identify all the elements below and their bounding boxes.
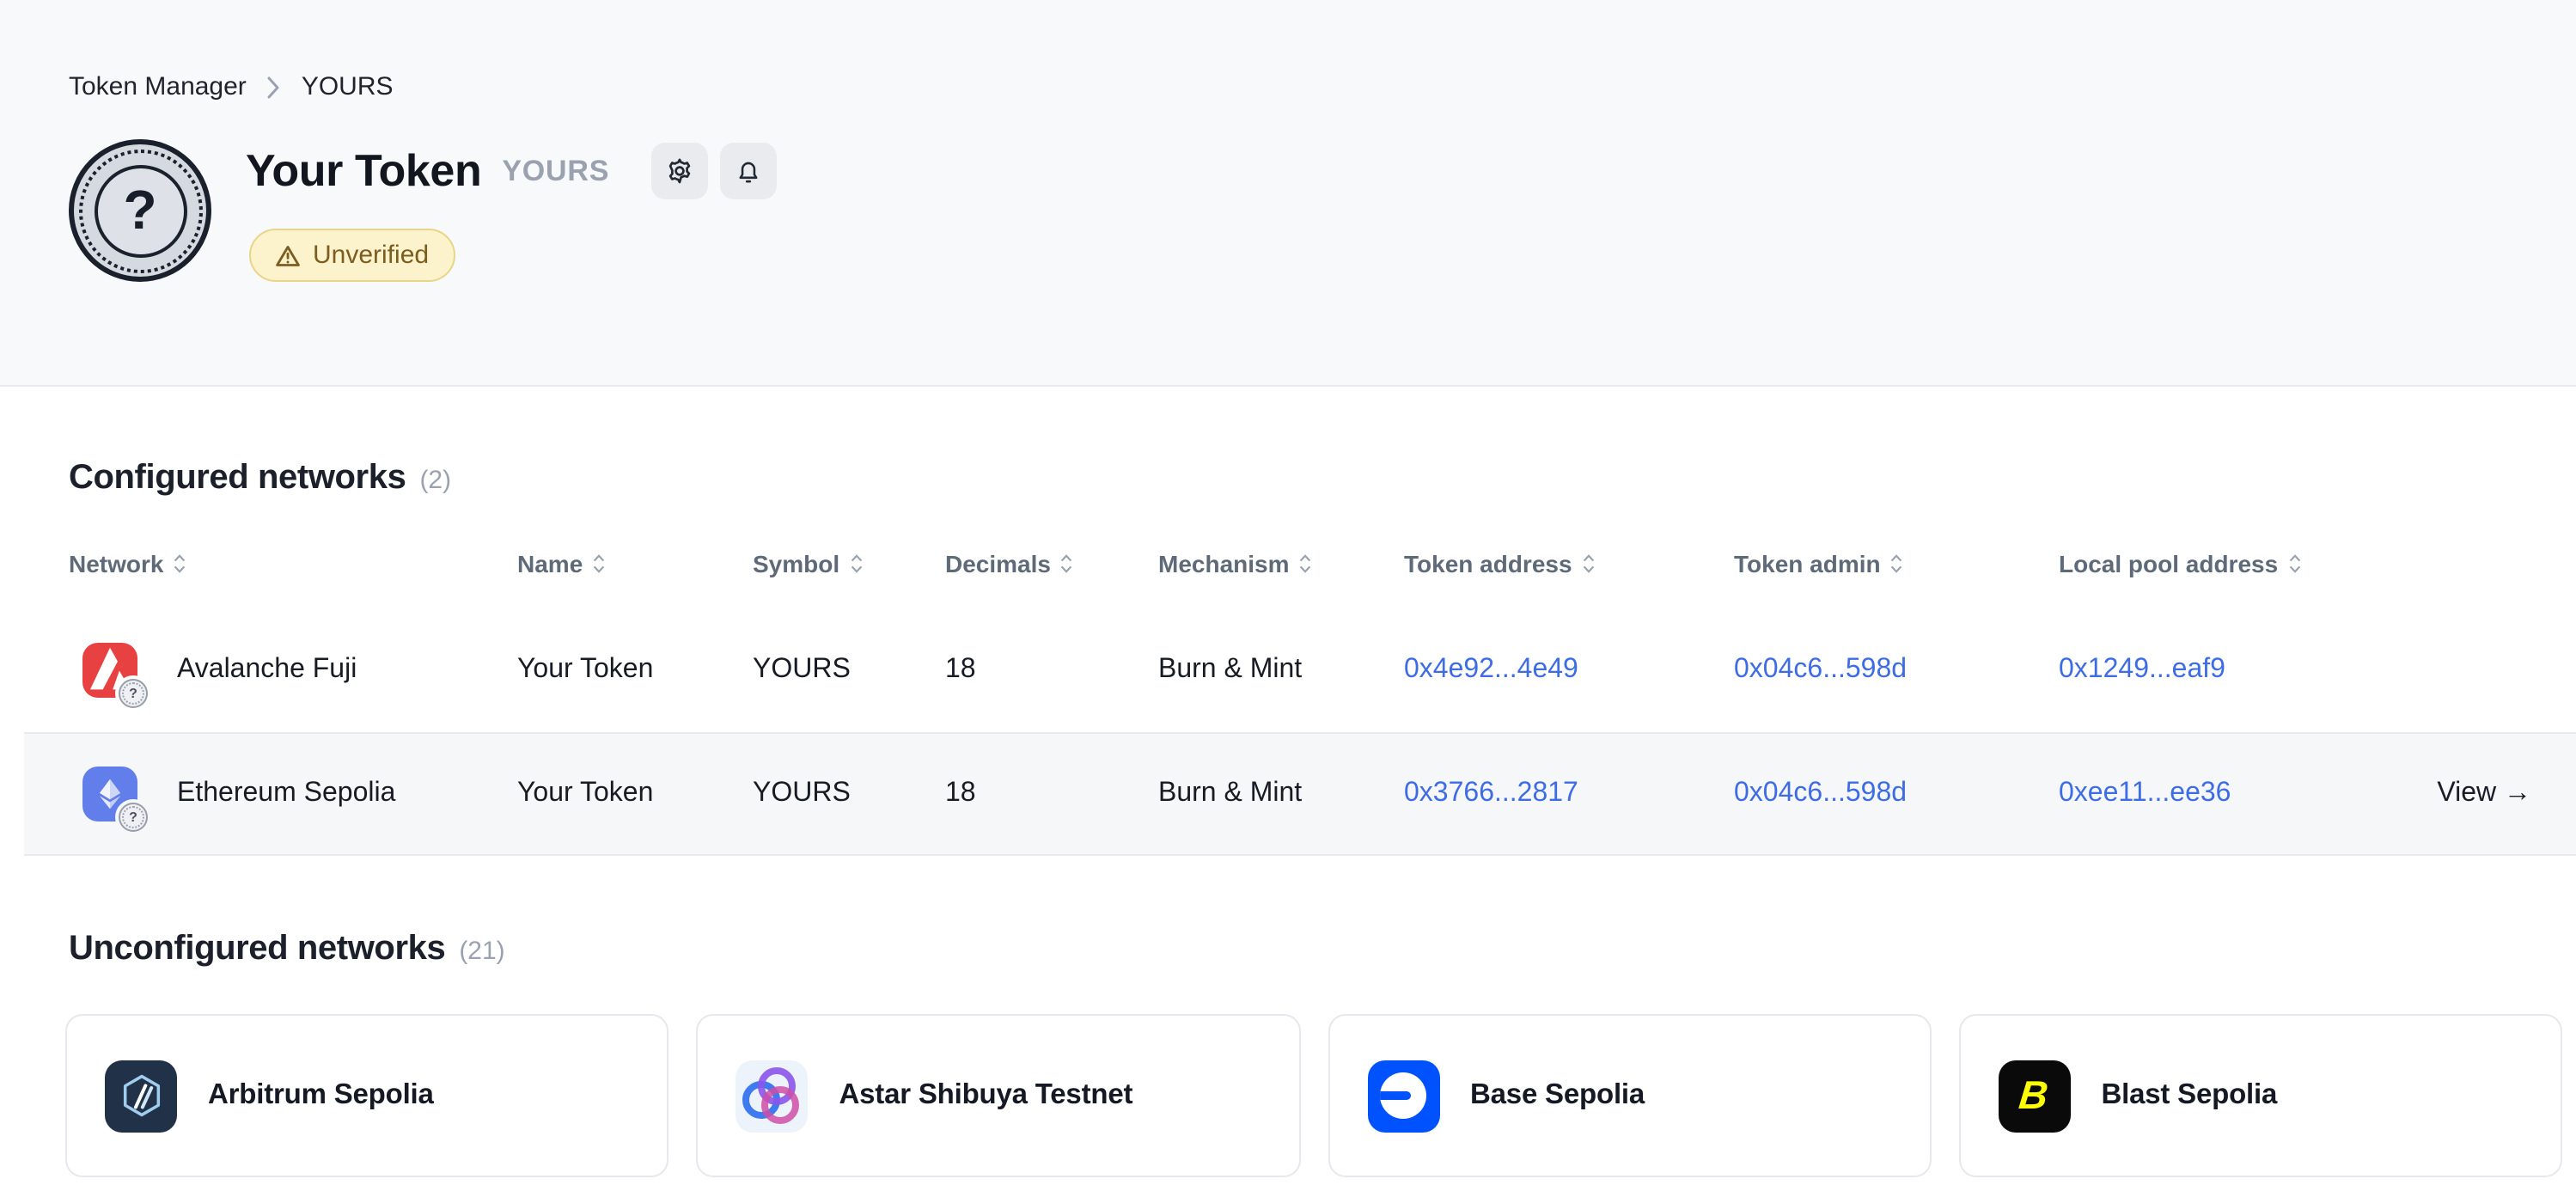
arrow-right-icon: → bbox=[2504, 779, 2531, 808]
token-symbol-label: YOURS bbox=[502, 154, 609, 188]
unknown-token-glyph: ? bbox=[94, 164, 186, 257]
sort-icon bbox=[1581, 552, 1596, 576]
network-card-blast-sepolia[interactable]: B Blast Sepolia bbox=[1959, 1014, 2563, 1177]
mechanism-cell: Burn & Mint bbox=[1158, 779, 1404, 809]
sort-icon bbox=[591, 552, 607, 576]
network-name: Ethereum Sepolia bbox=[177, 779, 395, 809]
unverified-badge: Unverified bbox=[249, 229, 455, 282]
network-card-arbitrum-sepolia[interactable]: Arbitrum Sepolia bbox=[65, 1014, 669, 1177]
chevron-right-icon bbox=[266, 73, 283, 101]
blast-icon: B bbox=[1999, 1060, 2071, 1132]
token-symbol-cell: YOURS bbox=[753, 655, 945, 686]
table-row-ethereum-sepolia[interactable]: ? Ethereum Sepolia Your Token YOURS 18 B… bbox=[24, 732, 2576, 856]
astar-icon bbox=[736, 1060, 809, 1132]
sort-icon bbox=[1298, 552, 1314, 576]
column-header-local-pool-address[interactable]: Local pool address bbox=[2059, 550, 2428, 577]
token-hero: Token Manager YOURS ? Your Token YOURS bbox=[0, 0, 2576, 387]
card-network-name: Astar Shibuya Testnet bbox=[839, 1079, 1133, 1112]
column-header-symbol[interactable]: Symbol bbox=[753, 550, 945, 577]
table-row-avalanche-fuji[interactable]: ? Avalanche Fuji Your Token YOURS 18 Bur… bbox=[24, 608, 2576, 732]
sort-icon bbox=[2286, 552, 2302, 576]
gear-icon bbox=[664, 156, 693, 186]
unconfigured-networks-heading: Unconfigured networks (21) bbox=[69, 931, 2576, 968]
view-link[interactable]: View → bbox=[2437, 779, 2576, 809]
network-card-astar-shibuya-testnet[interactable]: Astar Shibuya Testnet bbox=[697, 1014, 1301, 1177]
page-title: Your Token bbox=[246, 144, 481, 198]
token-header: ? Your Token YOURS bbox=[69, 139, 2576, 282]
local-pool-address-link[interactable]: 0xee11...ee36 bbox=[2059, 779, 2231, 808]
column-header-name[interactable]: Name bbox=[517, 550, 753, 577]
unknown-token-badge: ? bbox=[119, 803, 148, 832]
column-header-mechanism[interactable]: Mechanism bbox=[1158, 550, 1404, 577]
warning-icon bbox=[275, 243, 301, 267]
sort-icon bbox=[1889, 552, 1905, 576]
sort-icon bbox=[848, 552, 864, 576]
column-header-token-address[interactable]: Token address bbox=[1404, 550, 1734, 577]
unconfigured-networks-count: (21) bbox=[459, 937, 504, 966]
main-content: Configured networks (2) Network Name Sym… bbox=[0, 461, 2576, 1177]
table-body: ? Avalanche Fuji Your Token YOURS 18 Bur… bbox=[24, 608, 2576, 856]
token-admin-link[interactable]: 0x04c6...598d bbox=[1734, 779, 1907, 808]
column-header-token-admin[interactable]: Token admin bbox=[1734, 550, 2059, 577]
bell-icon bbox=[733, 156, 762, 186]
configured-networks-heading: Configured networks (2) bbox=[69, 461, 2576, 497]
arbitrum-icon bbox=[105, 1060, 177, 1132]
breadcrumb-token-manager[interactable]: Token Manager bbox=[69, 72, 247, 101]
configured-networks-count: (2) bbox=[419, 466, 451, 495]
card-network-name: Base Sepolia bbox=[1470, 1079, 1645, 1112]
card-network-name: Arbitrum Sepolia bbox=[208, 1079, 434, 1112]
notifications-button[interactable] bbox=[719, 143, 776, 199]
unconfigured-networks-grid: Arbitrum Sepolia Astar Shibuya Testnet B… bbox=[65, 1014, 2562, 1177]
token-manager-page: Token Manager YOURS ? Your Token YOURS bbox=[0, 0, 2576, 1191]
breadcrumb: Token Manager YOURS bbox=[69, 0, 2576, 101]
sort-icon bbox=[172, 552, 187, 576]
token-address-link[interactable]: 0x3766...2817 bbox=[1404, 779, 1578, 808]
network-card-base-sepolia[interactable]: Base Sepolia bbox=[1328, 1014, 1932, 1177]
column-header-network[interactable]: Network bbox=[69, 550, 517, 577]
column-header-decimals[interactable]: Decimals bbox=[945, 550, 1158, 577]
sort-icon bbox=[1059, 552, 1075, 576]
table-header-row: Network Name Symbol Decimals Mechanism T… bbox=[24, 550, 2576, 574]
avalanche-icon: ? bbox=[82, 643, 137, 698]
configured-networks-table: Network Name Symbol Decimals Mechanism T… bbox=[24, 550, 2576, 856]
unconfigured-networks-title: Unconfigured networks bbox=[69, 931, 445, 968]
token-avatar: ? bbox=[69, 139, 211, 282]
unknown-token-badge: ? bbox=[119, 679, 148, 708]
local-pool-address-link[interactable]: 0x1249...eaf9 bbox=[2059, 655, 2225, 684]
settings-button[interactable] bbox=[650, 143, 707, 199]
unverified-badge-label: Unverified bbox=[313, 241, 429, 270]
token-symbol-cell: YOURS bbox=[753, 779, 945, 809]
ethereum-icon: ? bbox=[82, 767, 137, 821]
decimals-cell: 18 bbox=[945, 779, 1158, 809]
token-name-cell: Your Token bbox=[517, 655, 753, 686]
token-name-cell: Your Token bbox=[517, 779, 753, 809]
mechanism-cell: Burn & Mint bbox=[1158, 655, 1404, 686]
decimals-cell: 18 bbox=[945, 655, 1158, 686]
network-name: Avalanche Fuji bbox=[177, 655, 357, 686]
token-address-link[interactable]: 0x4e92...4e49 bbox=[1404, 655, 1578, 684]
card-network-name: Blast Sepolia bbox=[2102, 1079, 2278, 1112]
breadcrumb-current: YOURS bbox=[302, 72, 394, 101]
base-icon bbox=[1367, 1060, 1439, 1132]
configured-networks-title: Configured networks bbox=[69, 461, 406, 497]
token-admin-link[interactable]: 0x04c6...598d bbox=[1734, 655, 1907, 684]
